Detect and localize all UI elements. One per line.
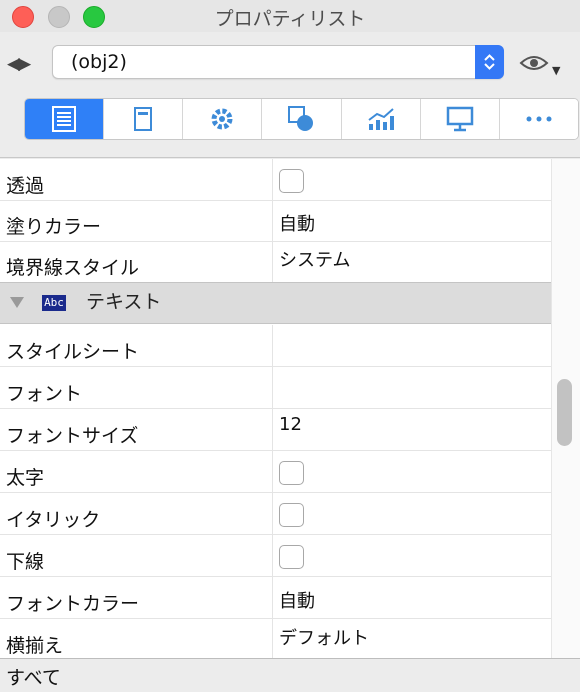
column-divider [272, 241, 273, 282]
text-icon: Abc [42, 295, 66, 311]
column-divider [272, 200, 273, 241]
property-name: イタリック [6, 509, 101, 531]
shapes-icon [288, 106, 314, 131]
tab-more[interactable] [499, 99, 578, 139]
column-divider [272, 535, 273, 576]
column-divider [272, 325, 273, 366]
column-divider [272, 619, 273, 658]
property-name: 横揃え [6, 635, 64, 657]
column-divider [272, 159, 273, 200]
tab-display[interactable] [420, 99, 500, 139]
property-value[interactable]: デフォルト [279, 624, 369, 650]
property-name: 太字 [6, 467, 45, 489]
property-row-underline[interactable]: 下線 [0, 535, 551, 577]
property-name: 塗りカラー [6, 216, 102, 238]
tab-object[interactable] [104, 99, 184, 139]
property-name: 境界線スタイル [6, 257, 140, 279]
property-name: スタイルシート [6, 341, 140, 363]
property-value[interactable]: システム [279, 246, 350, 272]
gear-icon [211, 108, 233, 130]
property-value[interactable]: 自動 [279, 210, 315, 236]
object-icon [134, 107, 153, 131]
monitor-icon [446, 106, 474, 132]
chevron-down-icon[interactable]: ▼ [552, 64, 560, 77]
filter-label[interactable]: すべて [6, 663, 61, 690]
property-name: 下線 [6, 551, 45, 573]
column-divider [272, 409, 273, 450]
more-icon [526, 116, 552, 122]
property-row-bold[interactable]: 太字 [0, 451, 551, 493]
column-divider [272, 367, 273, 408]
chart-icon [368, 108, 394, 130]
property-value[interactable]: 自動 [279, 587, 315, 613]
eye-icon[interactable] [519, 54, 549, 76]
scrollbar-thumb[interactable] [557, 379, 572, 446]
property-row-font-color[interactable]: フォントカラー 自動 [0, 577, 551, 619]
tab-actions[interactable] [183, 99, 263, 139]
select-chevron-icon[interactable] [475, 45, 504, 79]
property-row-border-style[interactable]: 境界線スタイル システム [0, 241, 551, 283]
property-row-transparent[interactable]: 透過 [0, 159, 551, 201]
column-divider [272, 451, 273, 492]
back-forward-arrows-icon[interactable]: ◀▶ [7, 54, 31, 74]
tab-chart[interactable] [341, 99, 421, 139]
column-divider [272, 493, 273, 534]
section-label: テキスト [86, 291, 162, 313]
list-icon [52, 106, 77, 132]
tab-list[interactable] [25, 99, 105, 139]
category-tabs [24, 98, 579, 140]
toolbar: ◀▶ (obj2) ▼ [0, 32, 580, 158]
property-row-font[interactable]: フォント [0, 367, 551, 409]
underline-checkbox[interactable] [279, 545, 304, 569]
bold-checkbox[interactable] [279, 461, 304, 485]
property-name: フォントカラー [6, 593, 140, 615]
property-value[interactable]: 12 [279, 414, 302, 435]
object-selector[interactable]: (obj2) [52, 45, 504, 79]
property-row-italic[interactable]: イタリック [0, 493, 551, 535]
transparent-checkbox[interactable] [279, 169, 304, 193]
section-header-text[interactable]: Abc テキスト [0, 282, 551, 324]
tab-appearance[interactable] [262, 99, 342, 139]
status-bar: すべて [0, 658, 580, 692]
object-selector-value: (obj2) [71, 51, 127, 73]
column-divider [272, 577, 273, 618]
property-row-font-size[interactable]: フォントサイズ 12 [0, 409, 551, 451]
property-name: 透過 [6, 175, 45, 197]
title-bar: プロパティリスト [0, 0, 580, 32]
disclosure-triangle-icon[interactable] [10, 297, 24, 308]
property-name: フォント [6, 383, 83, 405]
property-row-horizontal-alignment[interactable]: 横揃え デフォルト [0, 619, 551, 658]
italic-checkbox[interactable] [279, 503, 304, 527]
property-row-stylesheet[interactable]: スタイルシート [0, 325, 551, 367]
property-row-fill-color[interactable]: 塗りカラー 自動 [0, 200, 551, 242]
property-name: フォントサイズ [6, 425, 139, 447]
property-list: 透過 塗りカラー 自動 境界線スタイル システム Abc テキスト スタイルシー… [0, 159, 580, 658]
window-title: プロパティリスト [214, 8, 366, 30]
